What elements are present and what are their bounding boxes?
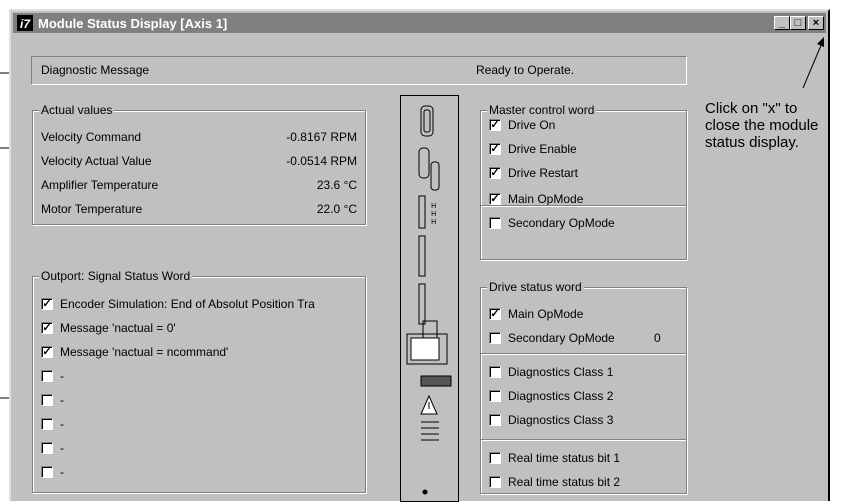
master-control-item-label-5: Secondary OpMode: [508, 216, 615, 230]
drive-status-item-label-4: Diagnostics Class 2: [508, 389, 614, 403]
annotation-line-1: Click on "x" to: [705, 100, 798, 117]
actual-values-title: Actual values: [39, 103, 115, 117]
outport-item-checkbox-6[interactable]: [41, 418, 53, 430]
app-icon: i7: [17, 15, 33, 31]
outport-item-checkbox-1[interactable]: ✓: [41, 298, 53, 310]
drive-status-item-checkbox-5[interactable]: [489, 414, 501, 426]
annotation-line-3: status display.: [705, 134, 799, 151]
outport-item-label-3: Message 'nactual = ncommand': [60, 345, 229, 359]
outport-item-checkbox-5[interactable]: [41, 394, 53, 406]
outport-item-checkbox-2[interactable]: ✓: [41, 322, 53, 334]
annotation-pointer-line: [802, 37, 824, 89]
outport-item-label-8: -: [60, 465, 64, 479]
diagnostic-message-bar: Diagnostic Message Ready to Operate.: [31, 56, 687, 85]
master-control-item-label-1: Drive On: [508, 118, 556, 132]
module-status-window: i7 Module Status Display [Axis 1] _ □ × …: [9, 9, 830, 502]
amplifier-temperature-value: 23.6 °C: [316, 178, 357, 192]
drive-status-word-group: Drive status word ✓ Main OpMode Secondary …: [480, 280, 687, 494]
drive-status-item-label-2: Secondary OpMode: [508, 331, 615, 345]
drive-status-item-label-7: Real time status bit 2: [508, 475, 621, 489]
drive-status-item-label-1: Main OpMode: [508, 307, 584, 321]
master-control-title: Master control word: [487, 103, 597, 117]
drive-status-item-checkbox-7[interactable]: [489, 476, 501, 488]
master-control-item-checkbox-2[interactable]: ✓: [489, 143, 501, 155]
drive-status-item-label-6: Real time status bit 1: [508, 451, 621, 465]
velocity-actual-value: -0.0514 RPM: [286, 154, 357, 168]
svg-text:H: H: [431, 218, 436, 226]
drive-status-divider-2: [481, 439, 686, 441]
master-control-item-checkbox-1[interactable]: ✓: [489, 119, 501, 131]
master-control-item-label-2: Drive Enable: [508, 142, 577, 156]
master-control-item-checkbox-4[interactable]: ✓: [489, 193, 501, 205]
master-control-word-group: Master control word ✓ Drive On ✓ Drive Enab…: [480, 103, 687, 260]
drive-status-item-checkbox-4[interactable]: [489, 390, 501, 402]
velocity-command-label: Velocity Command: [41, 130, 142, 144]
master-control-item-checkbox-3[interactable]: ✓: [489, 167, 501, 179]
close-hint-annotation: Click on "x" to close the module status …: [705, 100, 818, 151]
velocity-command-value: -0.8167 RPM: [286, 130, 357, 144]
drive-module-graphic: HHH: [406, 105, 452, 495]
drive-status-item-checkbox-3[interactable]: [489, 366, 501, 378]
outport-item-label-6: -: [60, 417, 64, 431]
outport-item-label-7: -: [60, 441, 64, 455]
diagnostic-value: Ready to Operate.: [476, 63, 575, 77]
motor-temperature-label: Motor Temperature: [41, 202, 143, 216]
drive-status-title: Drive status word: [487, 280, 584, 294]
annotation-line-2: close the module: [705, 117, 819, 134]
close-button[interactable]: ×: [808, 16, 824, 30]
outport-item-label-5: -: [60, 393, 64, 407]
svg-text:H: H: [431, 210, 436, 218]
drive-status-item-checkbox-2[interactable]: [489, 332, 501, 344]
drive-module-illustration: HHH: [400, 95, 459, 502]
master-control-item-label-4: Main OpMode: [508, 192, 584, 206]
minimize-button[interactable]: _: [774, 16, 790, 30]
drive-status-item-label-3: Diagnostics Class 1: [508, 365, 614, 379]
drive-status-item-checkbox-6[interactable]: [489, 452, 501, 464]
outport-item-checkbox-4[interactable]: [41, 370, 53, 382]
drive-status-divider-1: [481, 353, 686, 355]
outport-item-label-1: Encoder Simulation: End of Absolut Posit…: [60, 297, 315, 311]
secondary-opmode-value: 0: [654, 331, 661, 345]
outport-item-label-4: -: [60, 369, 64, 383]
outport-item-label-2: Message 'nactual = 0': [60, 321, 176, 335]
outport-item-checkbox-3[interactable]: ✓: [41, 346, 53, 358]
amplifier-temperature-label: Amplifier Temperature: [41, 178, 159, 192]
velocity-actual-label: Velocity Actual Value: [41, 154, 152, 168]
outport-item-checkbox-7[interactable]: [41, 442, 53, 454]
drive-status-item-checkbox-1[interactable]: ✓: [489, 308, 501, 320]
outport-item-checkbox-8[interactable]: [41, 466, 53, 478]
drive-status-item-label-5: Diagnostics Class 3: [508, 413, 614, 427]
diagnostic-label: Diagnostic Message: [41, 63, 150, 77]
master-control-item-label-3: Drive Restart: [508, 166, 579, 180]
window-title: Module Status Display [Axis 1]: [38, 16, 228, 31]
actual-values-group: Actual values Velocity Command -0.8167 R…: [32, 103, 366, 225]
outport-signal-status-group: Outport: Signal Status Word ✓ Encoder Sim…: [32, 269, 366, 493]
title-bar[interactable]: i7 Module Status Display [Axis 1] _ □ ×: [13, 13, 826, 33]
motor-temperature-value: 22.0 °C: [316, 202, 357, 216]
maximize-button[interactable]: □: [790, 16, 806, 30]
master-control-divider: [481, 205, 686, 207]
outport-title: Outport: Signal Status Word: [39, 269, 193, 283]
master-control-item-checkbox-5[interactable]: [489, 217, 501, 229]
svg-text:H: H: [431, 202, 436, 210]
